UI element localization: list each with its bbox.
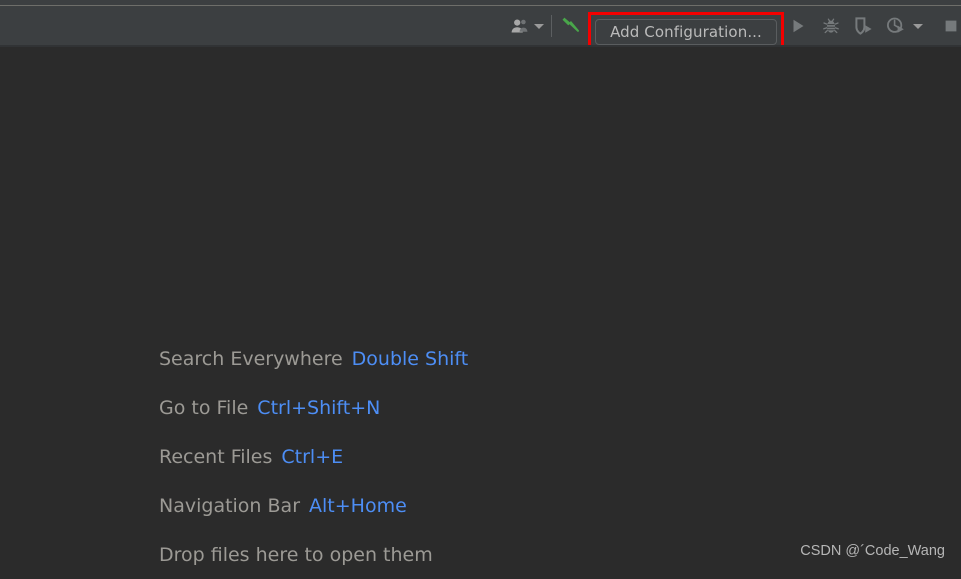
stop-square-icon[interactable] bbox=[939, 14, 961, 38]
hint-action-label: Navigation Bar bbox=[159, 494, 301, 517]
toolbar-right-group bbox=[786, 6, 961, 46]
hint-action-label: Recent Files bbox=[159, 445, 273, 468]
toolbar-left-group bbox=[508, 6, 583, 46]
hint-action-label: Drop files here to open them bbox=[159, 543, 433, 566]
build-hammer-icon[interactable] bbox=[559, 14, 583, 38]
hint-action-label: Search Everywhere bbox=[159, 347, 343, 370]
hint-shortcut-key: Ctrl+E bbox=[281, 445, 344, 468]
list-item: Drop files here to open them bbox=[159, 530, 719, 579]
debug-bug-icon[interactable] bbox=[819, 14, 843, 38]
empty-editor-area[interactable]: Search Everywhere Double Shift Go to Fil… bbox=[0, 47, 961, 573]
users-icon[interactable] bbox=[508, 14, 532, 38]
profile-clock-icon[interactable] bbox=[884, 14, 908, 38]
chevron-down-icon[interactable] bbox=[533, 14, 544, 38]
run-with-coverage-icon[interactable] bbox=[852, 14, 876, 38]
list-item: Go to File Ctrl+Shift+N bbox=[159, 383, 719, 432]
run-play-icon[interactable] bbox=[786, 14, 810, 38]
chevron-down-icon[interactable] bbox=[912, 14, 923, 38]
hint-shortcut-key: Ctrl+Shift+N bbox=[257, 396, 381, 419]
hint-shortcut-key: Alt+Home bbox=[309, 494, 407, 517]
list-item: Search Everywhere Double Shift bbox=[159, 334, 719, 383]
hint-shortcut-key: Double Shift bbox=[351, 347, 469, 370]
editor-shortcut-hints: Search Everywhere Double Shift Go to Fil… bbox=[159, 334, 719, 579]
list-item: Recent Files Ctrl+E bbox=[159, 432, 719, 481]
csdn-watermark: CSDN @´Code_Wang bbox=[800, 543, 945, 559]
main-toolbar: Add Configuration... bbox=[0, 6, 961, 52]
toolbar-divider bbox=[551, 15, 552, 37]
hint-action-label: Go to File bbox=[159, 396, 249, 419]
list-item: Navigation Bar Alt+Home bbox=[159, 481, 719, 530]
add-configuration-button[interactable]: Add Configuration... bbox=[595, 19, 777, 45]
